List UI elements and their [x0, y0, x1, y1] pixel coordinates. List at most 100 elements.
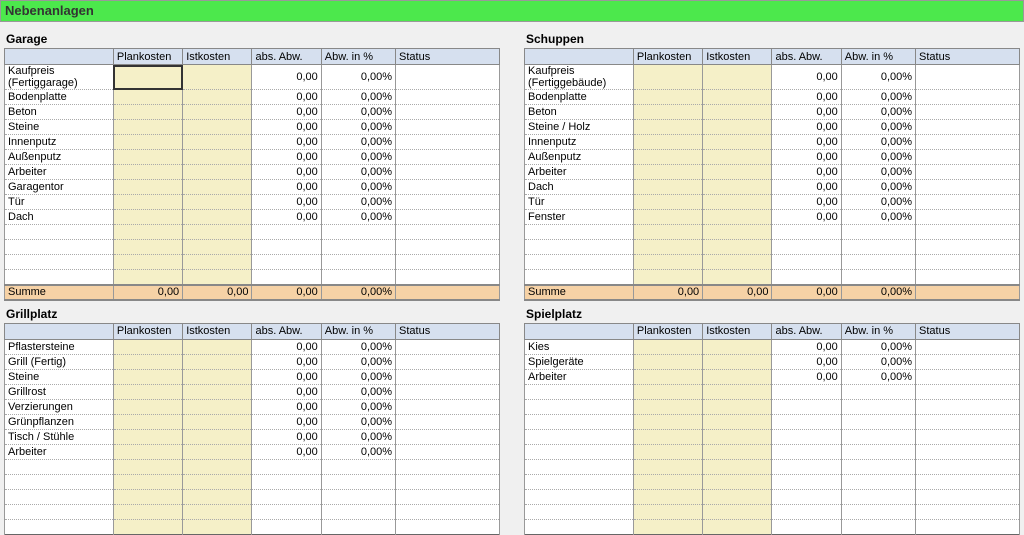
col-header-status[interactable]: Status — [396, 49, 500, 65]
status-cell[interactable] — [396, 519, 500, 534]
col-header-abw-pct[interactable]: Abw. in % — [841, 49, 915, 65]
abw-pct-cell[interactable]: 0,00% — [321, 210, 395, 225]
plankosten-cell[interactable] — [633, 429, 702, 444]
abs-abw-cell[interactable] — [772, 429, 841, 444]
istkosten-cell[interactable] — [703, 474, 772, 489]
abs-abw-cell[interactable]: 0,00 — [252, 210, 321, 225]
abw-pct-cell[interactable]: 0,00% — [841, 105, 915, 120]
abs-abw-cell[interactable] — [772, 444, 841, 459]
plankosten-cell[interactable] — [633, 474, 702, 489]
plankosten-cell[interactable] — [113, 384, 182, 399]
plankosten-cell[interactable] — [113, 354, 182, 369]
abw-pct-cell[interactable]: 0,00% — [841, 90, 915, 105]
status-cell[interactable] — [916, 429, 1020, 444]
col-header-status[interactable]: Status — [396, 323, 500, 339]
plankosten-cell[interactable] — [633, 339, 702, 354]
istkosten-cell[interactable] — [183, 489, 252, 504]
col-header-label[interactable] — [5, 323, 114, 339]
abw-pct-cell[interactable] — [841, 255, 915, 270]
row-label-cell[interactable] — [5, 240, 114, 255]
abw-pct-cell[interactable]: 0,00% — [321, 135, 395, 150]
plankosten-cell[interactable] — [633, 225, 702, 240]
col-header-plankosten[interactable]: Plankosten — [113, 49, 182, 65]
plankosten-cell[interactable] — [113, 459, 182, 474]
istkosten-cell[interactable] — [703, 354, 772, 369]
status-cell[interactable] — [916, 270, 1020, 285]
istkosten-cell[interactable] — [183, 384, 252, 399]
abw-pct-cell[interactable]: 0,00% — [321, 354, 395, 369]
abs-abw-cell[interactable]: 0,00 — [772, 90, 841, 105]
plankosten-cell[interactable] — [633, 165, 702, 180]
row-label-cell[interactable]: Bodenplatte — [5, 90, 114, 105]
row-label-cell[interactable]: Beton — [525, 105, 634, 120]
status-cell[interactable] — [396, 414, 500, 429]
status-cell[interactable] — [396, 225, 500, 240]
abw-pct-cell[interactable] — [841, 240, 915, 255]
abs-abw-cell[interactable]: 0,00 — [772, 105, 841, 120]
status-cell[interactable] — [916, 339, 1020, 354]
plankosten-cell[interactable] — [633, 240, 702, 255]
abs-abw-cell[interactable]: 0,00 — [772, 120, 841, 135]
col-header-label[interactable] — [5, 49, 114, 65]
istkosten-cell[interactable] — [183, 65, 252, 90]
plankosten-cell[interactable] — [113, 135, 182, 150]
status-cell[interactable] — [916, 135, 1020, 150]
istkosten-cell[interactable] — [183, 105, 252, 120]
status-cell[interactable] — [916, 444, 1020, 459]
status-cell[interactable] — [396, 195, 500, 210]
abs-abw-cell[interactable]: 0,00 — [252, 150, 321, 165]
row-label-cell[interactable]: Kaufpreis (Fertiggebäude) — [525, 65, 634, 90]
abs-abw-cell[interactable] — [772, 240, 841, 255]
status-cell[interactable] — [916, 519, 1020, 534]
istkosten-cell[interactable] — [183, 150, 252, 165]
abw-pct-cell[interactable]: 0,00% — [321, 384, 395, 399]
istkosten-cell[interactable] — [183, 225, 252, 240]
abw-pct-cell[interactable] — [841, 519, 915, 534]
abs-abw-cell[interactable]: 0,00 — [252, 444, 321, 459]
row-label-cell[interactable]: Arbeiter — [525, 369, 634, 384]
abw-pct-cell[interactable]: 0,00% — [841, 150, 915, 165]
row-label-cell[interactable] — [5, 504, 114, 519]
istkosten-cell[interactable] — [703, 384, 772, 399]
abs-abw-cell[interactable] — [772, 504, 841, 519]
abw-pct-cell[interactable]: 0,00% — [321, 65, 395, 90]
abw-pct-cell[interactable]: 0,00% — [841, 195, 915, 210]
row-label-cell[interactable]: Fenster — [525, 210, 634, 225]
col-header-istkosten[interactable]: Istkosten — [183, 49, 252, 65]
abw-pct-cell[interactable]: 0,00% — [841, 354, 915, 369]
abs-abw-cell[interactable] — [252, 255, 321, 270]
abw-pct-cell[interactable]: 0,00% — [321, 369, 395, 384]
abs-abw-cell[interactable] — [772, 489, 841, 504]
abs-abw-cell[interactable] — [772, 474, 841, 489]
plankosten-cell[interactable] — [113, 255, 182, 270]
istkosten-cell[interactable] — [703, 519, 772, 534]
row-label-cell[interactable]: Arbeiter — [525, 165, 634, 180]
abw-pct-cell[interactable]: 0,00% — [321, 399, 395, 414]
abs-abw-cell[interactable] — [772, 519, 841, 534]
istkosten-cell[interactable] — [703, 180, 772, 195]
abs-abw-cell[interactable] — [252, 489, 321, 504]
abs-abw-cell[interactable] — [252, 519, 321, 534]
status-cell[interactable] — [396, 429, 500, 444]
row-label-cell[interactable]: Grill (Fertig) — [5, 354, 114, 369]
status-cell[interactable] — [916, 354, 1020, 369]
plankosten-cell[interactable] — [113, 489, 182, 504]
row-label-cell[interactable]: Innenputz — [5, 135, 114, 150]
status-cell[interactable] — [396, 120, 500, 135]
istkosten-cell[interactable] — [183, 210, 252, 225]
abs-abw-cell[interactable] — [772, 414, 841, 429]
istkosten-cell[interactable] — [183, 90, 252, 105]
col-header-istkosten[interactable]: Istkosten — [703, 49, 772, 65]
istkosten-cell[interactable] — [183, 354, 252, 369]
abw-pct-cell[interactable]: 0,00% — [321, 180, 395, 195]
abw-pct-cell[interactable]: 0,00% — [321, 414, 395, 429]
abs-abw-cell[interactable]: 0,00 — [252, 384, 321, 399]
abw-pct-cell[interactable]: 0,00% — [841, 120, 915, 135]
abw-pct-cell[interactable] — [841, 414, 915, 429]
row-label-cell[interactable] — [525, 384, 634, 399]
col-header-abw-pct[interactable]: Abw. in % — [841, 323, 915, 339]
abw-pct-cell[interactable]: 0,00% — [841, 165, 915, 180]
plankosten-cell[interactable] — [633, 504, 702, 519]
abw-pct-cell[interactable]: 0,00% — [321, 195, 395, 210]
istkosten-cell[interactable] — [703, 255, 772, 270]
